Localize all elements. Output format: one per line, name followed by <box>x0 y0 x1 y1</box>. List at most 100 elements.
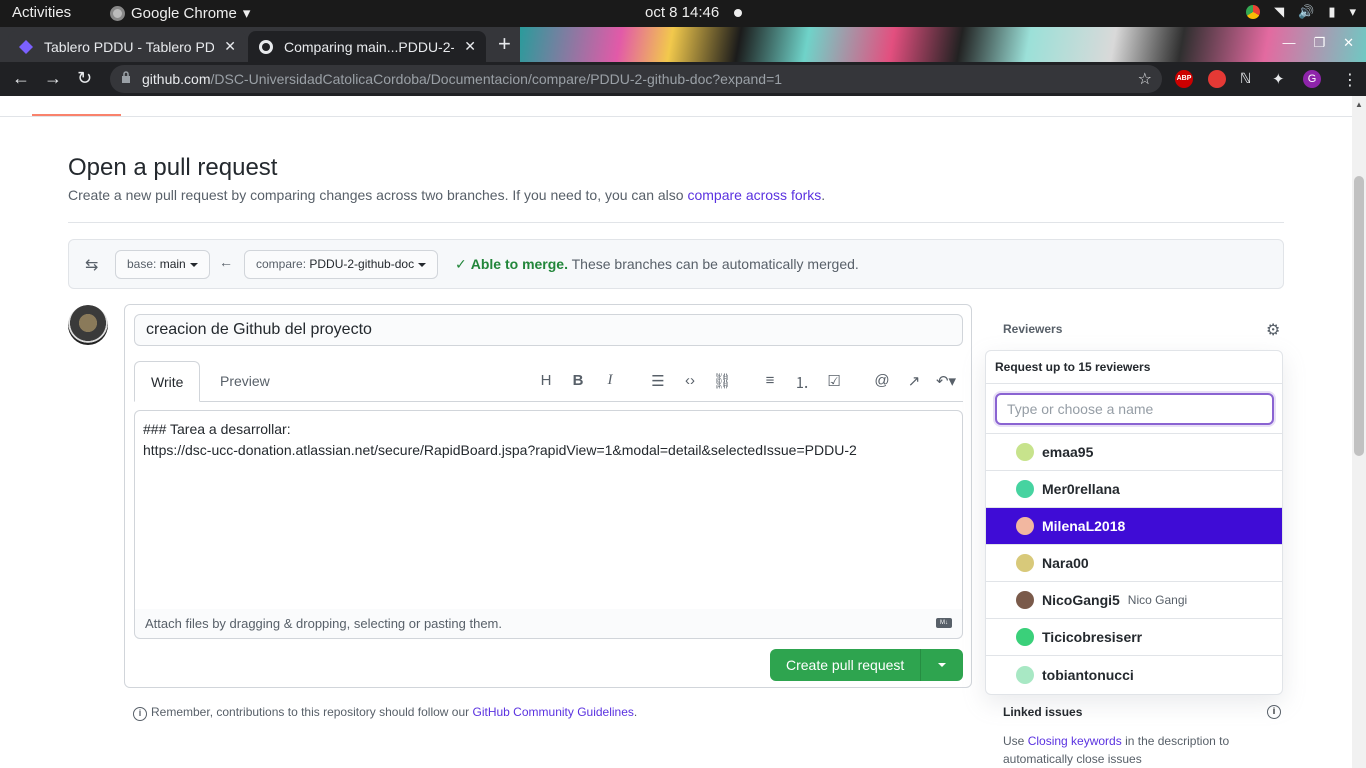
bold-icon[interactable]: B <box>562 372 594 393</box>
reviewer-login: Ticicobresiserr <box>1042 629 1143 645</box>
repo-subnav <box>0 96 1352 117</box>
chrome-icon <box>110 5 125 21</box>
closing-keywords-link[interactable]: Closing keywords <box>1028 734 1122 748</box>
reviewers-popover: Request up to 15 reviewers emaa95 Mer0re… <box>985 350 1283 695</box>
tab-write[interactable]: Write <box>134 361 201 402</box>
back-icon[interactable]: ← <box>12 68 30 89</box>
compare-across-forks-link[interactable]: compare across forks <box>687 187 821 203</box>
link-icon[interactable]: ⛓ <box>706 372 738 393</box>
new-tab-button[interactable]: + <box>498 31 511 57</box>
battery-icon: ▮ <box>1328 4 1336 19</box>
community-guidelines-link[interactable]: GitHub Community Guidelines <box>473 705 634 719</box>
mention-icon[interactable]: @ <box>866 372 898 393</box>
wifi-icon: ◥ <box>1274 4 1285 19</box>
forward-icon[interactable]: → <box>44 68 62 89</box>
caret-icon <box>189 262 198 267</box>
jira-icon <box>19 39 33 54</box>
task-list-icon[interactable]: ☑ <box>818 372 850 393</box>
git-compare-icon: ⇆ <box>85 257 99 274</box>
app-menu[interactable]: Google Chrome ▾ <box>110 4 250 22</box>
avatar <box>1016 480 1034 498</box>
avatar <box>1016 517 1034 535</box>
browser-tab-comparing[interactable]: Comparing main...PDDU-2-github-doc ✕ <box>248 31 486 62</box>
adblock-extension-icon[interactable]: ABP <box>1175 70 1193 88</box>
reload-icon[interactable]: ↻ <box>77 68 92 89</box>
page-title: Open a pull request <box>68 154 278 181</box>
create-pr-button-group: Create pull request <box>770 649 964 681</box>
reviewer-item[interactable]: tobiantonucci <box>986 656 1282 693</box>
create-pull-request-button[interactable]: Create pull request <box>770 649 922 681</box>
italic-icon[interactable]: I <box>594 372 626 393</box>
reviewer-search-input[interactable] <box>995 393 1274 425</box>
reply-icon[interactable]: ↶▾ <box>930 372 962 393</box>
reviewer-full-name: Nico Gangi <box>1127 593 1188 607</box>
numbered-list-icon[interactable]: ⒈ <box>786 372 818 393</box>
linked-issues-label: Linked issues <box>1003 705 1083 719</box>
pr-title-input[interactable] <box>134 314 963 346</box>
reviewer-item[interactable]: Nara00 <box>986 545 1282 582</box>
recording-indicator-icon <box>734 9 742 17</box>
reviewer-item[interactable]: NicoGangi5 Nico Gangi <box>986 582 1282 619</box>
reviewer-login: MilenaL2018 <box>1042 518 1126 534</box>
divider <box>68 222 1284 223</box>
theme-artwork <box>520 27 1366 62</box>
quote-icon[interactable]: ☰ <box>642 372 674 393</box>
profile-avatar[interactable]: G <box>1303 70 1321 88</box>
cross-reference-icon[interactable]: ↗ <box>898 372 930 393</box>
base-branch-select[interactable]: base: main <box>115 250 210 279</box>
browser-toolbar: ← → ↻ github.com/DSC-UniversidadCatolica… <box>0 62 1366 96</box>
caret-down-icon <box>938 663 947 667</box>
reviewer-item[interactable]: Mer0rellana <box>986 471 1282 508</box>
system-tray[interactable]: ◥ 🔊 ▮ ▾ <box>1246 4 1356 20</box>
create-pr-dropdown-button[interactable] <box>921 649 964 681</box>
page-lead: Create a new pull request by comparing c… <box>68 187 826 203</box>
bookmark-star-icon[interactable]: ☆ <box>1138 69 1152 89</box>
reviewers-popover-header: Request up to 15 reviewers <box>986 351 1282 384</box>
bullet-list-icon[interactable]: ≡ <box>754 372 786 393</box>
url-text: github.com/DSC-UniversidadCatolicaCordob… <box>142 71 783 87</box>
tab-preview[interactable]: Preview <box>204 361 286 402</box>
arrow-left-icon: ← <box>219 254 233 270</box>
avatar <box>1016 443 1034 461</box>
avatar <box>1016 665 1034 684</box>
extension-n-icon[interactable]: ℕ <box>1240 70 1258 88</box>
reviewer-item[interactable]: Ticicobresiserr <box>986 619 1282 656</box>
code-icon[interactable]: ‹› <box>674 372 706 393</box>
reviewer-item-selected[interactable]: MilenaL2018 <box>986 508 1282 545</box>
reviewer-item[interactable]: emaa95 <box>986 434 1282 471</box>
window-controls: — ❐ ✕ <box>1282 35 1354 51</box>
pr-body-textarea[interactable]: ### Tarea a desarrollar: https://dsc-ucc… <box>134 410 963 610</box>
reviewer-filter <box>986 384 1282 434</box>
extensions-puzzle-icon[interactable]: ✦ <box>1272 70 1290 88</box>
attach-files-bar[interactable]: Attach files by dragging & dropping, sel… <box>134 609 963 639</box>
browser-tab-strip: Tablero PDDU - Tablero PDDU ✕ Comparing … <box>0 27 1366 62</box>
scrollbar-thumb[interactable] <box>1354 176 1364 456</box>
check-icon: ✓ <box>455 256 467 272</box>
gear-icon[interactable]: ⚙ <box>1266 320 1280 340</box>
markdown-icon[interactable]: M↓ <box>936 618 952 628</box>
page-scrollbar[interactable]: ▲ <box>1352 96 1366 768</box>
github-icon <box>259 39 273 54</box>
clock[interactable]: oct 8 14:46 <box>645 4 719 21</box>
activities-button[interactable]: Activities <box>12 4 71 21</box>
browser-tab-tablero[interactable]: Tablero PDDU - Tablero PDDU ✕ <box>8 31 246 62</box>
user-avatar[interactable] <box>68 305 108 345</box>
address-bar[interactable]: github.com/DSC-UniversidadCatolicaCordob… <box>110 65 1162 93</box>
merge-status: ✓ Able to merge. These branches can be au… <box>455 256 859 272</box>
scroll-up-icon[interactable]: ▲ <box>1355 100 1363 109</box>
close-icon[interactable]: ✕ <box>464 38 476 55</box>
reviewer-login: NicoGangi5 <box>1042 592 1120 608</box>
avatar <box>1016 628 1034 646</box>
stop-hand-extension-icon[interactable] <box>1208 70 1226 88</box>
system-top-bar: Activities Google Chrome ▾ oct 8 14:46 ◥… <box>0 0 1366 27</box>
browser-menu-icon[interactable]: ⋮ <box>1342 70 1360 89</box>
close-icon[interactable]: ✕ <box>224 38 236 55</box>
markdown-toolbar: H B I ☰ ‹› ⛓ ≡ ⒈ ☑ @ ↗ ↶▾ <box>530 372 962 393</box>
reviewer-login: Mer0rellana <box>1042 481 1120 497</box>
compare-branch-select[interactable]: compare: PDDU-2-github-doc <box>244 250 439 279</box>
heading-icon[interactable]: H <box>530 372 562 393</box>
minimize-icon[interactable]: — <box>1282 35 1295 51</box>
close-window-icon[interactable]: ✕ <box>1343 35 1354 51</box>
info-icon[interactable]: i <box>1267 705 1281 719</box>
maximize-icon[interactable]: ❐ <box>1313 35 1325 51</box>
